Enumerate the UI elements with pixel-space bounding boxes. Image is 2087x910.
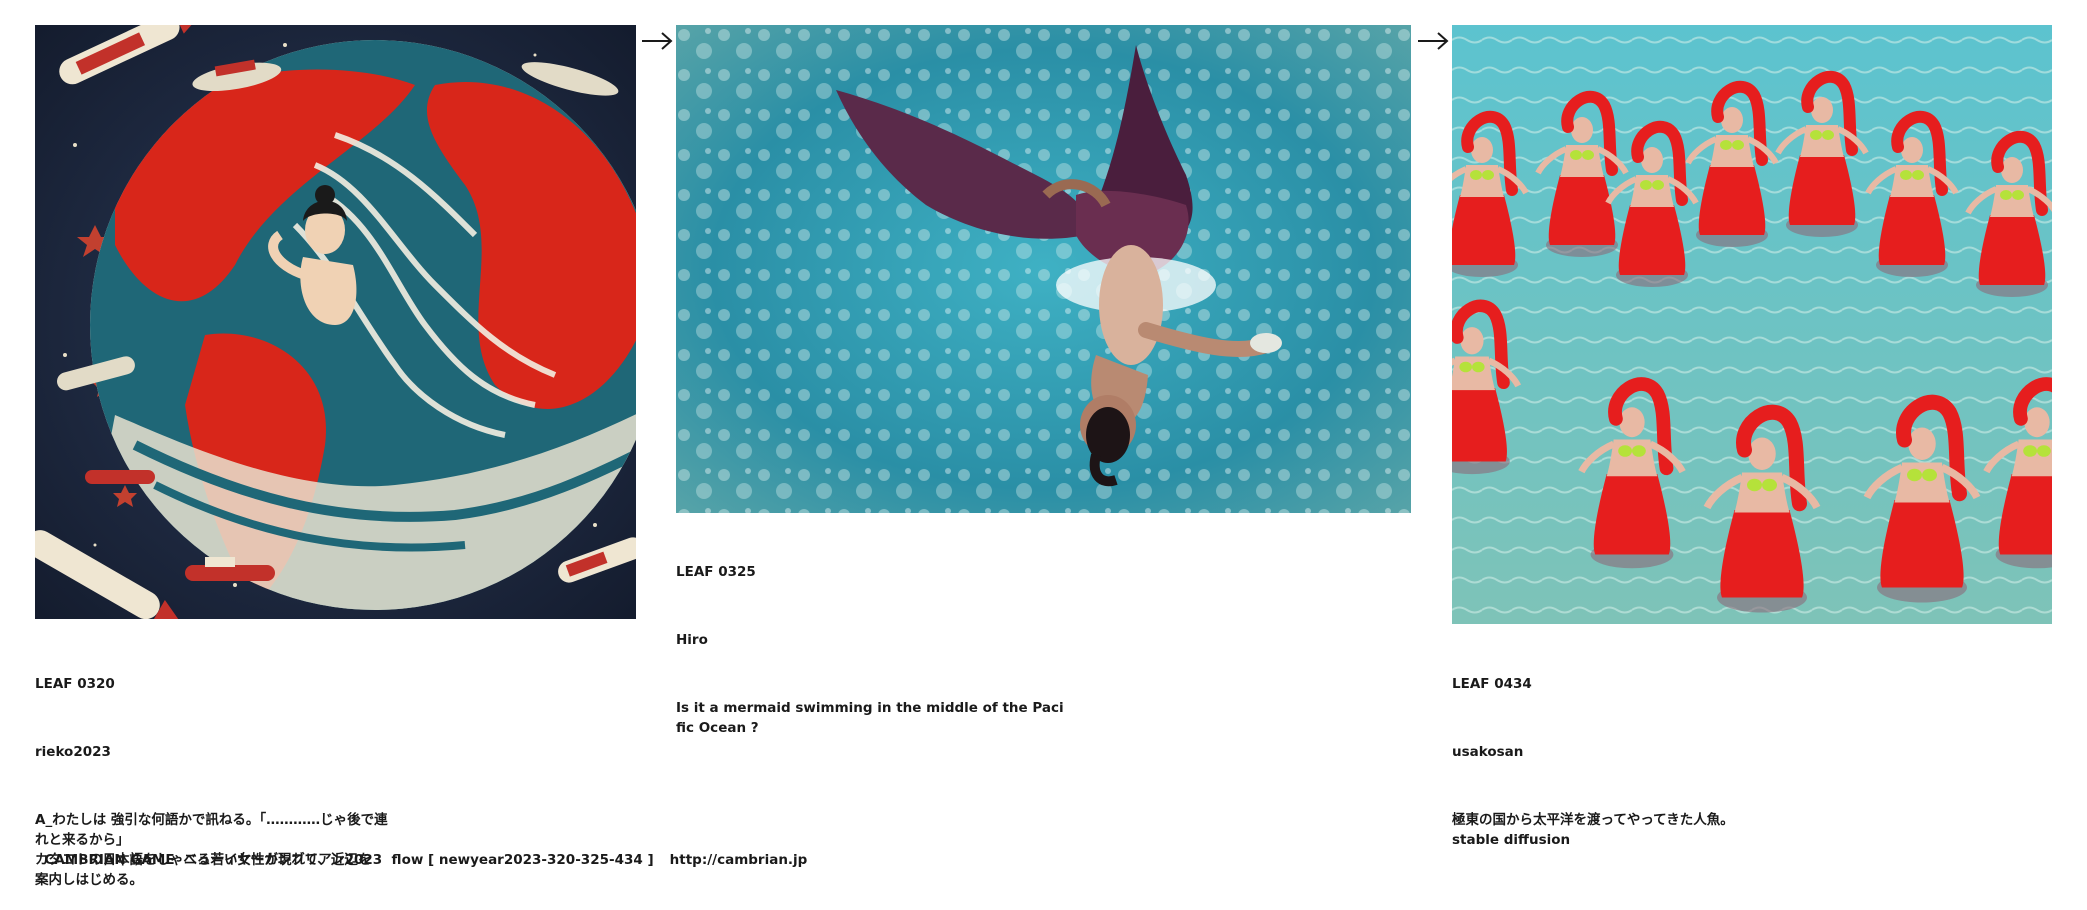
leaf-0325-info: LEAF 0325 Hiro Is it a mermaid swimming …: [676, 522, 1076, 758]
author-name[interactable]: Hiro: [676, 630, 1076, 650]
leaf-0320-info: LEAF 0320 rieko2023 A_わたしは 強引な何語かで訊ねる。「……: [35, 634, 415, 910]
author-name[interactable]: usakosan: [1452, 742, 1852, 762]
leaf-id[interactable]: LEAF 0320: [35, 674, 415, 694]
leaf-0320-image[interactable]: [35, 25, 636, 619]
site-link[interactable]: http://cambrian.jp: [670, 852, 808, 868]
leaf-0434-info: LEAF 0434 usakosan 極東の国から太平洋を渡ってやってきた人魚。…: [1452, 634, 1852, 870]
footer-title: CAMBRIAN GAME ニューイヤーカンブリアン2023 flow [ ne…: [44, 852, 654, 868]
leaf-id[interactable]: LEAF 0434: [1452, 674, 1852, 694]
leaf-caption: 極東の国から太平洋を渡ってやってきた人魚。 stable diffusion: [1452, 812, 1734, 848]
footer: CAMBRIAN GAME ニューイヤーカンブリアン2023 flow [ ne…: [35, 832, 807, 868]
leaf-id[interactable]: LEAF 0325: [676, 562, 1076, 582]
leaf-0434-image[interactable]: [1452, 25, 2052, 624]
leaf-0325-image[interactable]: [676, 25, 1411, 513]
red-mermaids-circle-dance-image: [1452, 25, 2052, 624]
author-name[interactable]: rieko2023: [35, 742, 415, 762]
arrow-right-icon: [1416, 29, 1450, 53]
mermaid-swimming-ocean-image: [676, 25, 1411, 513]
arrow-right-icon: [640, 29, 674, 53]
leaf-caption: Is it a mermaid swimming in the middle o…: [676, 700, 1064, 736]
retro-globe-woman-spaceships-image: [35, 25, 636, 619]
